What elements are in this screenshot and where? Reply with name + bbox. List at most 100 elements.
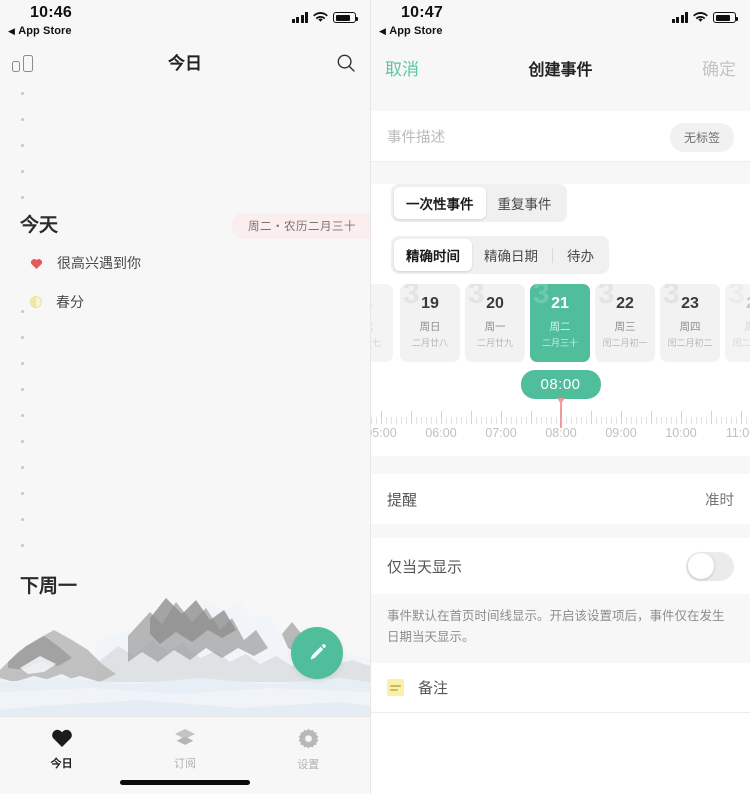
confirm-button[interactable]: 确定 — [702, 55, 736, 80]
reminder-label: 提醒 — [387, 491, 418, 509]
event-item[interactable]: 很高兴遇到你 — [30, 253, 141, 273]
today-only-toggle[interactable] — [686, 551, 734, 581]
home-indicator — [120, 780, 250, 785]
status-bar-right: 10:47 ◀ App Store — [371, 0, 750, 46]
battery-icon — [333, 12, 358, 23]
selected-time-bubble: 08:00 — [520, 370, 601, 399]
date-day: 23 — [681, 295, 699, 312]
signal-icon — [671, 12, 688, 23]
date-lunar: 二月三十 — [541, 337, 578, 348]
date-card-selected[interactable]: 3 21 周二 二月三十 — [530, 284, 590, 362]
battery-icon — [713, 12, 738, 23]
segment-option-exact-time[interactable]: 精确时间 — [394, 239, 472, 271]
date-month: 3 — [403, 284, 420, 310]
tab-settings[interactable]: 设置 — [247, 717, 370, 794]
date-day: 20 — [486, 295, 504, 312]
date-month: 3 — [533, 284, 550, 310]
status-indicators — [671, 9, 738, 23]
tab-label: 今日 — [50, 758, 73, 770]
layers-icon — [174, 729, 195, 745]
date-weekday: 周四 — [679, 320, 701, 333]
date-weekday: 周六 — [371, 319, 374, 334]
wifi-icon — [693, 12, 708, 22]
status-bar-left: 10:46 ◀ App Store — [0, 0, 370, 46]
date-card[interactable]: 3 20 周一 二月廿九 — [465, 284, 525, 362]
note-icon — [387, 679, 404, 697]
segment-option-exact-date[interactable]: 精确日期 — [472, 239, 550, 271]
event-description-input[interactable]: 事件描述 — [387, 126, 445, 147]
date-day: 24 — [746, 295, 750, 313]
page-title: 今日 — [168, 54, 202, 73]
segment-option-one-time[interactable]: 一次性事件 — [394, 187, 486, 219]
ruler-tick-label: 07:00 — [485, 426, 517, 440]
date-weekday: 周三 — [614, 320, 636, 333]
date-lunar: 二月廿九 — [476, 337, 513, 348]
signal-icon — [291, 12, 308, 23]
ruler-tick-label: 10:00 — [665, 426, 697, 440]
date-day: 22 — [616, 295, 634, 312]
date-lunar: 闰二月初一 — [602, 337, 648, 348]
date-card[interactable]: 3 24 周五 闰二月初三 — [725, 284, 750, 362]
ruler-tick-label: 06:00 — [425, 426, 457, 440]
date-lunar: 二月廿七 — [371, 337, 381, 348]
date-month: 3 — [598, 284, 615, 310]
today-only-help-text: 事件默认在首页时间线显示。开启该设置项后，事件仅在发生日期当天显示。 — [371, 594, 750, 664]
event-mode-segment: 精确时间 精确日期 待办 — [371, 236, 750, 274]
modal-nav-bar: 取消 创建事件 确定 — [371, 46, 750, 90]
date-lunar: 闰二月初二 — [667, 337, 713, 348]
event-label: 春分 — [56, 294, 84, 310]
ruler-tick-label: 05:00 — [371, 426, 397, 440]
back-app-label: App Store — [389, 25, 443, 37]
date-strip[interactable]: 3 18 周六 二月廿七 3 19 周日 二月廿八 3 20 周一 二月廿九 3… — [371, 284, 750, 366]
note-row[interactable]: 备注 — [371, 663, 750, 714]
time-needle — [556, 398, 565, 428]
search-icon[interactable] — [336, 53, 356, 73]
date-weekday: 周日 — [419, 320, 441, 333]
back-to-app-store[interactable]: ◀ App Store — [8, 25, 72, 37]
today-only-label: 仅当天显示 — [387, 558, 463, 576]
bottom-tab-bar: 今日 订阅 设置 — [0, 716, 370, 794]
today-screen: 10:46 ◀ App Store 今日 今天 周二・农历二月三十 很高兴遇到你… — [0, 0, 370, 794]
segment-option-todo[interactable]: 待办 — [555, 239, 606, 271]
event-description-row[interactable]: 事件描述 无标签 — [371, 111, 750, 162]
status-time: 10:47 — [401, 4, 443, 21]
pencil-icon — [310, 644, 326, 660]
date-lunar: 闰二月初三 — [732, 337, 750, 348]
tab-today[interactable]: 今日 — [0, 717, 123, 794]
section-gap — [371, 90, 750, 111]
segment-option-repeat[interactable]: 重复事件 — [486, 187, 564, 219]
event-item[interactable]: 春分 — [30, 292, 84, 312]
note-label: 备注 — [418, 680, 449, 698]
segment-divider — [552, 247, 553, 263]
back-to-app-store[interactable]: ◀ App Store — [379, 25, 443, 37]
section-gap — [371, 456, 750, 474]
section-gap — [371, 162, 750, 184]
heart-icon — [51, 729, 72, 747]
date-month: 3 — [468, 284, 485, 310]
date-weekday: 周一 — [484, 320, 506, 333]
tab-label: 订阅 — [173, 758, 196, 770]
date-card[interactable]: 3 18 周六 二月廿七 — [371, 284, 393, 362]
time-picker[interactable]: 08:00 05:00 06:00 07:00 08:00 09:00 10:00 11:0… — [371, 366, 750, 456]
date-weekday: 周五 — [745, 319, 750, 334]
tag-chip[interactable]: 无标签 — [669, 123, 734, 152]
date-day: 21 — [551, 295, 569, 312]
event-type-segment: 一次性事件 重复事件 — [371, 184, 750, 222]
section-gap — [371, 524, 750, 538]
wifi-icon — [313, 12, 328, 22]
today-date-badge: 周二・农历二月三十 — [232, 213, 370, 239]
date-lunar: 二月廿八 — [411, 337, 448, 348]
reminder-value: 准时 — [705, 492, 734, 509]
date-card[interactable]: 3 23 周四 闰二月初二 — [660, 284, 720, 362]
create-event-screen: 10:47 ◀ App Store 取消 创建事件 确定 事件描述 无标签 一次… — [370, 0, 750, 794]
date-card[interactable]: 3 22 周三 闰二月初一 — [595, 284, 655, 362]
time-ruler-labels: 05:00 06:00 07:00 08:00 09:00 10:00 11:00 — [371, 426, 750, 444]
reminder-row[interactable]: 提醒 准时 — [371, 474, 750, 524]
date-weekday: 周二 — [549, 320, 571, 333]
date-card[interactable]: 3 19 周日 二月廿八 — [400, 284, 460, 362]
today-heading: 今天 — [20, 215, 59, 236]
moon-icon — [30, 296, 42, 308]
add-event-fab[interactable] — [291, 627, 343, 679]
status-indicators — [291, 9, 358, 23]
today-only-row[interactable]: 仅当天显示 — [371, 538, 750, 594]
